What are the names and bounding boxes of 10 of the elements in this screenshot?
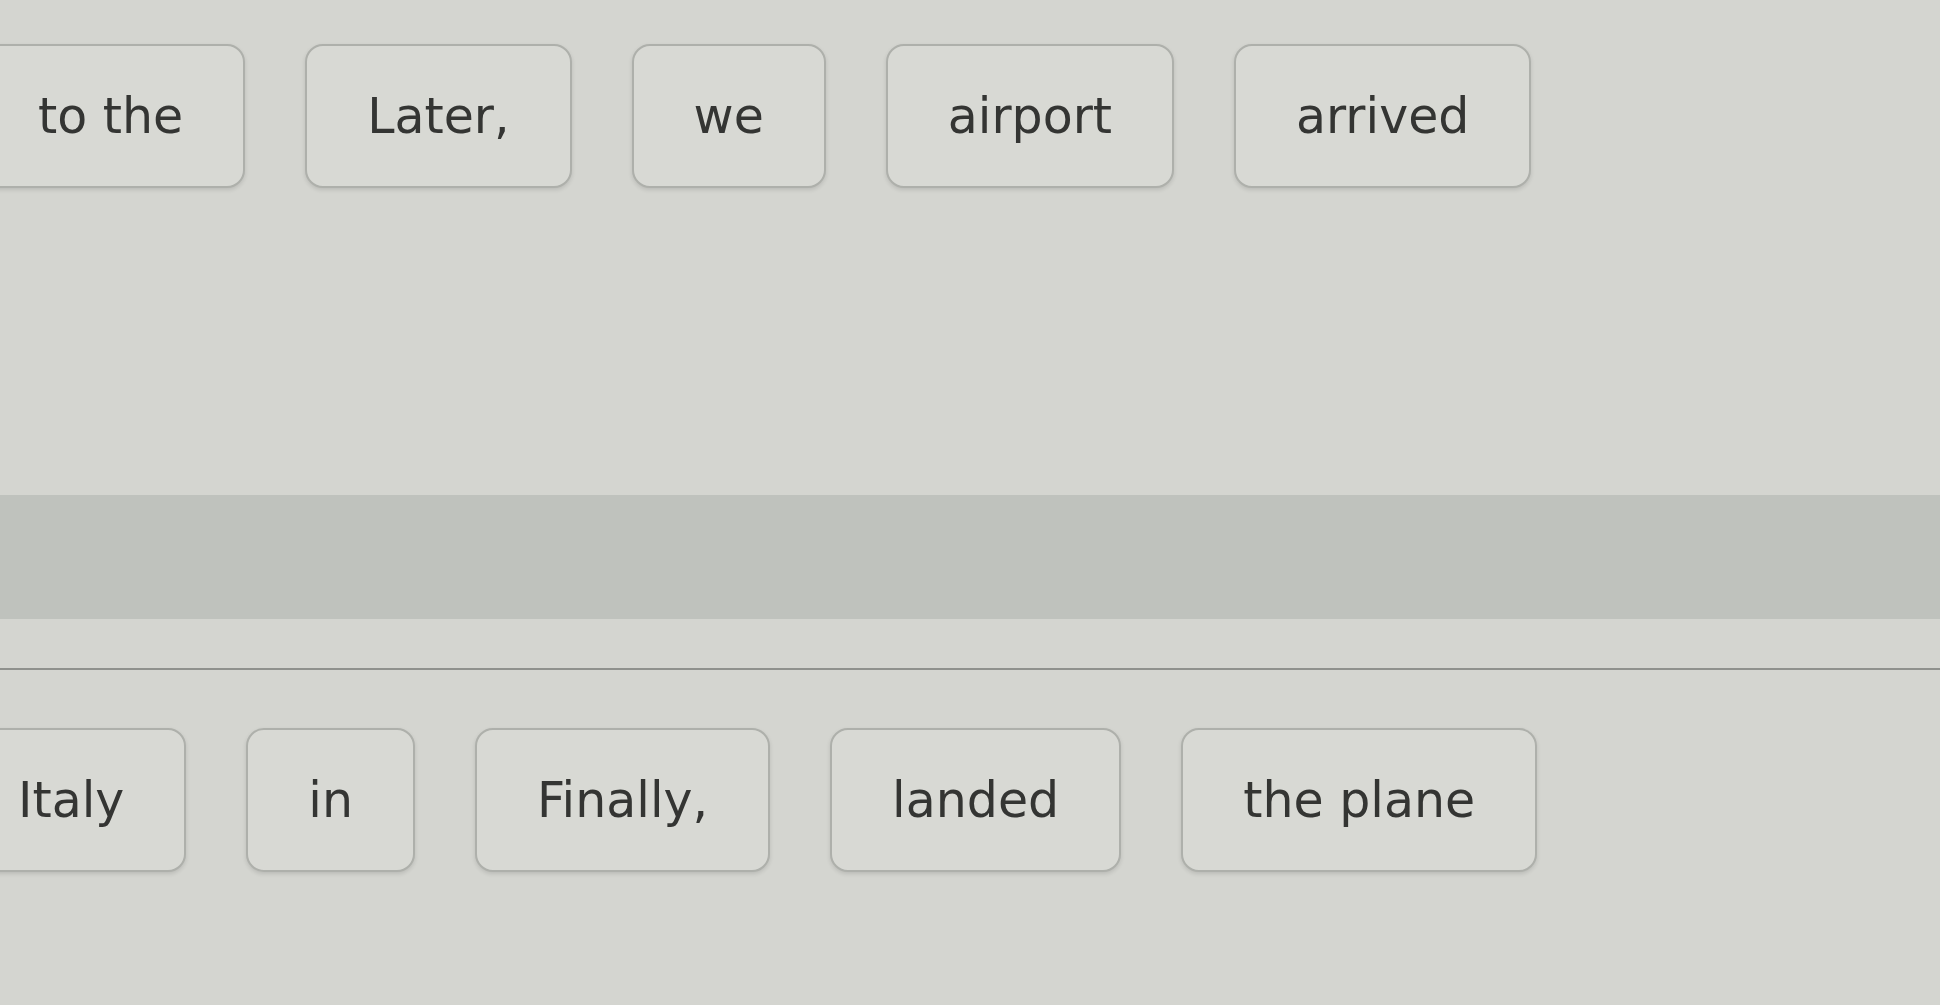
word-tile[interactable]: landed bbox=[830, 728, 1122, 872]
word-tile[interactable]: Finally, bbox=[475, 728, 771, 872]
word-tile[interactable]: the plane bbox=[1181, 728, 1538, 872]
word-tile[interactable]: to the bbox=[0, 44, 246, 188]
word-tile[interactable]: airport bbox=[885, 44, 1175, 188]
word-tile[interactable]: we bbox=[631, 44, 826, 188]
word-tile[interactable]: arrived bbox=[1234, 44, 1532, 188]
word-tile[interactable]: in bbox=[246, 728, 415, 872]
word-tile[interactable]: Italy bbox=[0, 728, 187, 872]
word-tile[interactable]: Later, bbox=[305, 44, 572, 188]
